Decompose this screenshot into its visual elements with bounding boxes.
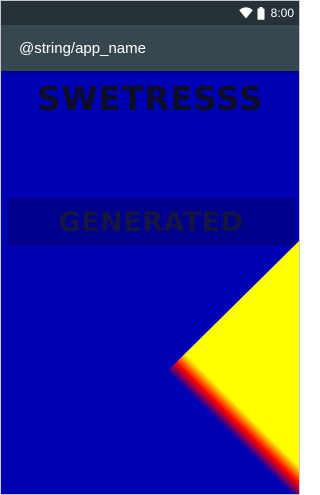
battery-icon	[257, 6, 265, 20]
generated-band: GENERATED	[7, 198, 295, 246]
gradient-background	[1, 71, 299, 494]
app-bar: @string/app_name	[1, 25, 299, 71]
wifi-icon	[238, 7, 253, 19]
device-frame: 8:00 @string/app_name SWETRESSS GENERATE…	[0, 0, 300, 495]
name-text: SWETRESSS	[36, 79, 263, 118]
generated-label: GENERATED	[58, 206, 244, 238]
status-bar: 8:00	[1, 1, 299, 25]
status-clock: 8:00	[270, 6, 294, 20]
main-content: SWETRESSS GENERATED	[1, 71, 299, 494]
app-bar-title: @string/app_name	[19, 39, 146, 57]
